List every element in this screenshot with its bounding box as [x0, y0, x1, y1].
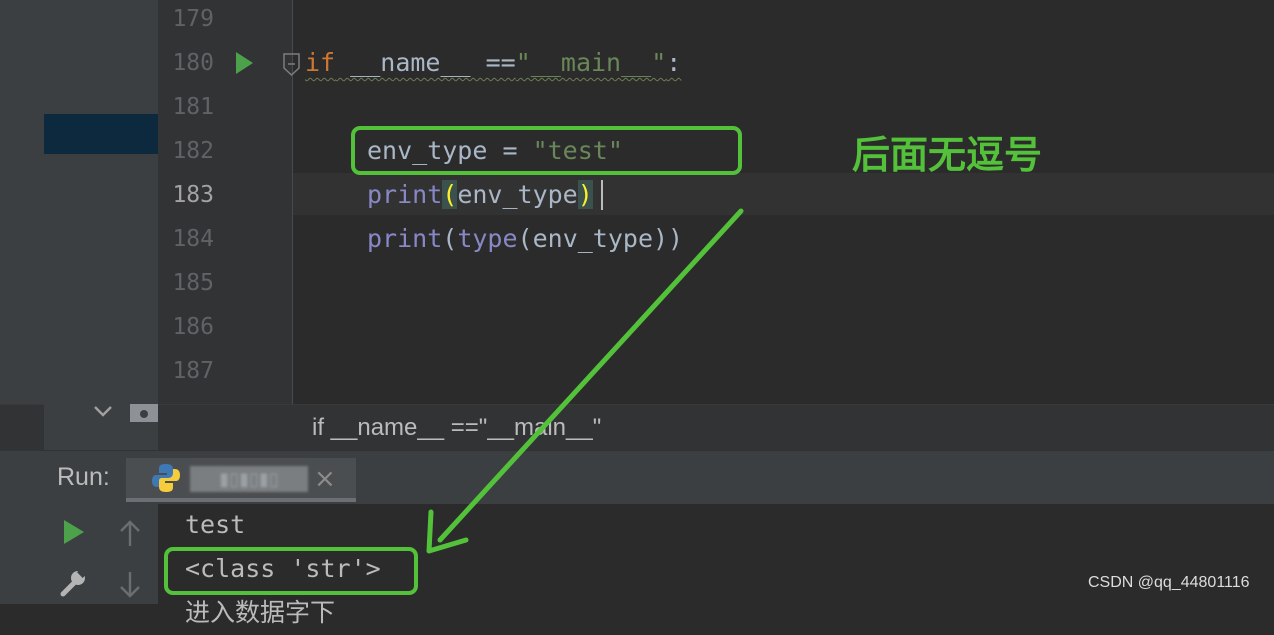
watermark: CSDN @qq_44801116 — [1088, 574, 1250, 591]
annotation-arrow-icon — [426, 208, 744, 554]
